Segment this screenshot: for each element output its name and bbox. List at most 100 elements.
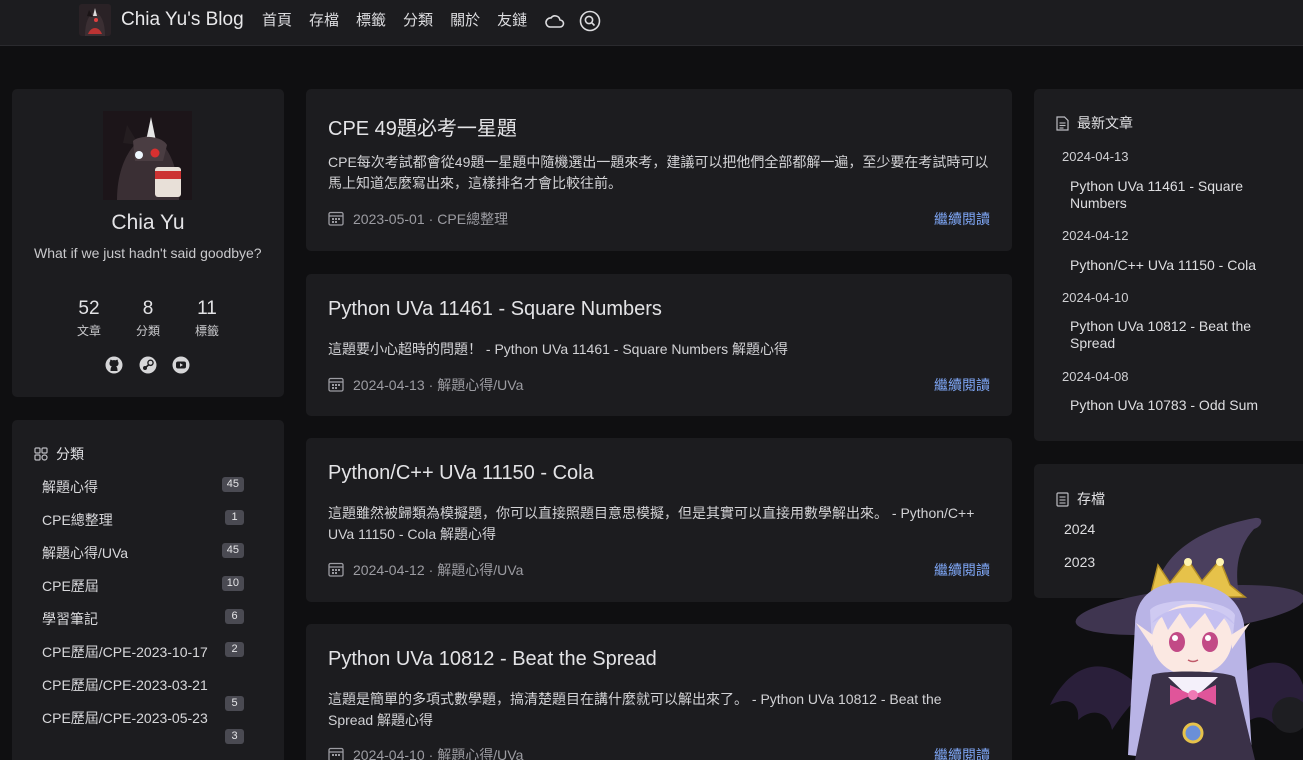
category-name: CPE歷屆/CPE-2023-03-21 xyxy=(42,677,208,693)
category-name: 解題心得 xyxy=(42,479,98,495)
category-item[interactable]: CPE歷屆/CPE-2023-03-21 xyxy=(42,676,244,694)
post-title[interactable]: Python UVa 10812 - Beat the Spread xyxy=(328,648,657,671)
profile-card: Chia Yu What if we just hadn't said good… xyxy=(12,89,284,397)
blog-title: Chia Yu's Blog xyxy=(121,9,244,30)
category-name: CPE歷屆/CPE-2023-05-23 xyxy=(42,710,208,726)
recent-post-date: 2024-04-08 xyxy=(1062,369,1129,384)
category-count-badge: 5 xyxy=(225,696,244,711)
category-name: CPE歷屆 xyxy=(42,578,99,594)
post-date: 2023-05-01 xyxy=(353,211,425,227)
category-name: 學習筆記 xyxy=(42,611,98,627)
stat-tags-label: 標籤 xyxy=(194,324,219,338)
recent-post-link[interactable]: Python/C++ UVa 11150 - Cola xyxy=(1070,257,1292,274)
calendar-icon xyxy=(328,561,344,580)
categories-card: 分類 解題心得 45 CPE總整理 1 解題心得/UVa 45 CPE歷屆 10… xyxy=(12,420,284,760)
post-card: Python/C++ UVa 11150 - Cola 這題雖然被歸類為模擬題，… xyxy=(306,438,1012,602)
post-meta: 2024-04-12 · 解題心得/UVa xyxy=(328,560,523,580)
stat-categories[interactable]: 8 分類 xyxy=(123,298,173,339)
read-more-link[interactable]: 繼續閱讀 xyxy=(934,560,990,580)
recent-post-date: 2024-04-13 xyxy=(1062,149,1129,164)
categories-title: 分類 xyxy=(56,446,84,462)
nav-about[interactable]: 關於 xyxy=(450,10,480,32)
post-title[interactable]: CPE 49題必考一星題 xyxy=(328,112,517,141)
category-item[interactable]: CPE歷屆 xyxy=(42,577,244,595)
brand-link[interactable]: Chia Yu's Blog xyxy=(79,4,244,36)
category-item[interactable]: CPE歷屆/CPE-2023-05-23 xyxy=(42,709,227,727)
post-category[interactable]: 解題心得/UVa xyxy=(437,560,523,580)
mascot-character[interactable] xyxy=(1040,505,1303,760)
stat-tags-value: 11 xyxy=(197,298,217,319)
recent-post-date: 2024-04-10 xyxy=(1062,290,1129,305)
category-count-badge: 45 xyxy=(221,543,244,558)
stat-tags[interactable]: 11 標籤 xyxy=(182,298,232,339)
post-meta: 2024-04-13 · 解題心得/UVa xyxy=(328,375,523,395)
post-excerpt: 這題雖然被歸類為模擬題，你可以直接照題目意思模擬，但是其實可以直接用數學解出來。… xyxy=(328,505,975,542)
blog-logo xyxy=(79,4,111,36)
recent-post-link[interactable]: Python UVa 10783 - Odd Sum xyxy=(1070,397,1292,414)
nav-home[interactable]: 首頁 xyxy=(262,10,292,32)
category-item[interactable]: CPE總整理 xyxy=(42,511,244,529)
search-icon[interactable] xyxy=(579,10,601,32)
post-card: Python UVa 10812 - Beat the Spread 這題是簡單… xyxy=(306,624,1012,760)
category-item[interactable]: 解題心得/UVa xyxy=(42,544,244,562)
recent-post-date: 2024-04-12 xyxy=(1062,228,1129,243)
post-date: 2024-04-13 xyxy=(353,377,425,393)
youtube-icon[interactable] xyxy=(172,356,190,374)
recent-posts-title: 最新文章 xyxy=(1077,115,1133,131)
theme-toggle-cloud-icon[interactable] xyxy=(544,10,566,32)
category-count-badge: 10 xyxy=(221,576,244,591)
category-count-badge: 45 xyxy=(221,477,244,492)
read-more-link[interactable]: 繼續閱讀 xyxy=(934,209,990,229)
categories-icon xyxy=(34,447,48,461)
post-excerpt: CPE每次考試都會從49題一星題中隨機選出一題來考，建議可以把他們全部都解一遍，… xyxy=(328,154,989,191)
category-item[interactable]: 解題心得 xyxy=(42,478,244,496)
avatar xyxy=(103,111,192,200)
stat-posts-value: 52 xyxy=(78,298,100,319)
category-item[interactable]: CPE歷屆/CPE-2023-10-17 xyxy=(42,643,244,661)
calendar-icon xyxy=(328,210,344,229)
github-icon[interactable] xyxy=(105,356,123,374)
category-item[interactable]: 學習筆記 xyxy=(42,610,244,628)
post-date: 2024-04-10 xyxy=(353,747,425,760)
nav-categories[interactable]: 分類 xyxy=(403,10,433,32)
post-card: CPE 49題必考一星題 CPE每次考試都會從49題一星題中隨機選出一題來考，建… xyxy=(306,89,1012,251)
meta-separator: · xyxy=(428,211,434,227)
stat-categories-label: 分類 xyxy=(135,324,160,338)
read-more-link[interactable]: 繼續閱讀 xyxy=(934,375,990,395)
meta-separator: · xyxy=(428,562,434,578)
nav-tags[interactable]: 標籤 xyxy=(356,10,386,32)
nav-links[interactable]: 友鏈 xyxy=(497,10,527,32)
recent-post-link[interactable]: Python UVa 10812 - Beat the Spread xyxy=(1070,318,1292,352)
stat-posts-label: 文章 xyxy=(76,324,101,338)
category-name: CPE總整理 xyxy=(42,512,113,528)
post-meta: 2024-04-10 · 解題心得/UVa xyxy=(328,745,523,760)
recent-posts-card: 最新文章 2024-04-13 Python UVa 11461 - Squar… xyxy=(1034,89,1303,441)
post-meta: 2023-05-01 · CPE總整理 xyxy=(328,209,508,229)
nav-archive[interactable]: 存檔 xyxy=(309,10,339,32)
read-more-link[interactable]: 繼續閱讀 xyxy=(934,745,990,760)
profile-name: Chia Yu xyxy=(111,211,185,234)
post-title[interactable]: Python UVa 11461 - Square Numbers xyxy=(328,298,662,321)
post-excerpt: 這題是簡單的多項式數學題，搞清楚題目在講什麼就可以解出來了。 - Python … xyxy=(328,691,942,728)
recent-post-link[interactable]: Python UVa 11461 - Square Numbers xyxy=(1070,178,1292,212)
recent-posts-header: 最新文章 xyxy=(1056,113,1133,133)
meta-separator: · xyxy=(428,747,434,760)
category-name: CPE歷屆/CPE-2023-10-17 xyxy=(42,644,208,660)
post-title[interactable]: Python/C++ UVa 11150 - Cola xyxy=(328,462,594,485)
steam-icon[interactable] xyxy=(139,356,157,374)
category-name: 解題心得/UVa xyxy=(42,545,129,561)
category-count-badge: 6 xyxy=(225,609,244,624)
post-category[interactable]: 解題心得/UVa xyxy=(437,375,523,395)
document-icon xyxy=(1056,115,1069,131)
meta-separator: · xyxy=(428,377,434,393)
top-navbar: Chia Yu's Blog 首頁 存檔 標籤 分類 關於 友鏈 xyxy=(0,0,1303,46)
post-category[interactable]: 解題心得/UVa xyxy=(437,745,523,760)
category-count-badge: 1 xyxy=(225,510,244,525)
post-excerpt: 這題要小心超時的問題！ - Python UVa 11461 - Square … xyxy=(328,341,789,357)
stat-posts[interactable]: 52 文章 xyxy=(64,298,114,339)
category-count-badge: 3 xyxy=(225,729,244,744)
calendar-icon xyxy=(328,746,344,760)
categories-header: 分類 xyxy=(34,444,84,464)
post-category[interactable]: CPE總整理 xyxy=(437,209,508,229)
post-date: 2024-04-12 xyxy=(353,562,425,578)
